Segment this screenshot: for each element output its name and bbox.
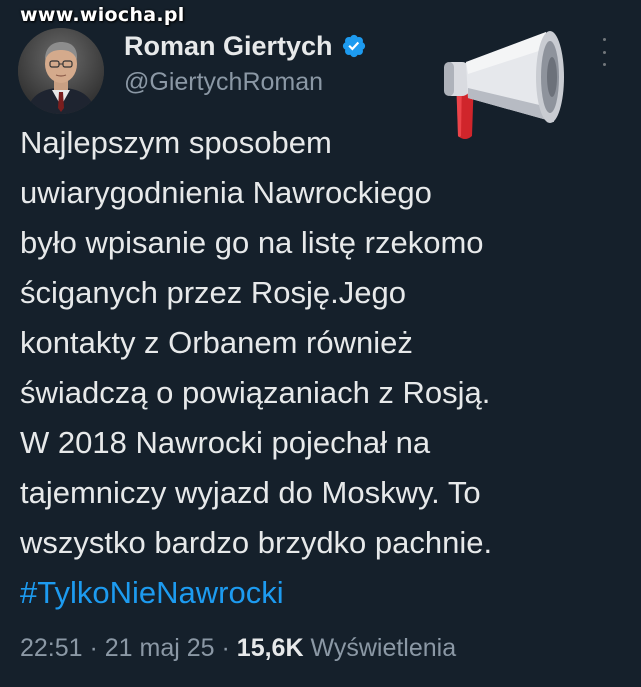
tweet-line: Najlepszym sposobem: [20, 125, 332, 160]
tweet-card: www.wiocha.pl Roman Giertych @GiertychRo…: [0, 0, 641, 687]
tweet-line: świadczą o powiązaniach z Rosją.: [20, 375, 491, 410]
meta-separator: ·: [82, 634, 105, 662]
watermark: www.wiocha.pl: [20, 4, 185, 26]
avatar-portrait-icon: [18, 28, 104, 114]
hashtag-link[interactable]: #TylkoNieNawrocki: [20, 568, 630, 618]
tweet-meta: 22:51 · 21 maj 25 · 15,6K Wyświetlenia: [20, 634, 456, 663]
tweet-line: kontakty z Orbanem również: [20, 325, 413, 360]
tweet-body: Najlepszym sposobem uwiarygodnienia Nawr…: [20, 118, 630, 618]
views-label: Wyświetlenia: [303, 634, 457, 662]
tweet-line: ściganych przez Rosję.Jego: [20, 275, 406, 310]
verified-badge-icon: [341, 33, 367, 59]
tweet-time[interactable]: 22:51: [20, 634, 83, 662]
author-handle[interactable]: @GiertychRoman: [124, 68, 323, 97]
tweet-line: wszystko bardzo brzydko pachnie.: [20, 525, 493, 560]
avatar[interactable]: [18, 28, 104, 114]
tweet-date[interactable]: 21 maj 25: [105, 634, 215, 662]
tweet-line: W 2018 Nawrocki pojechał na: [20, 425, 431, 460]
author-name-row[interactable]: Roman Giertych: [124, 28, 367, 64]
meta-separator: ·: [214, 634, 237, 662]
author-display-name[interactable]: Roman Giertych: [124, 31, 333, 62]
tweet-line: tajemniczy wyjazd do Moskwy. To: [20, 475, 481, 510]
tweet-line: uwiarygodnienia Nawrockiego: [20, 175, 432, 210]
views-count[interactable]: 15,6K: [237, 634, 304, 662]
tweet-line: było wpisanie go na listę rzekomo: [20, 225, 484, 260]
more-options-icon[interactable]: [597, 38, 611, 66]
